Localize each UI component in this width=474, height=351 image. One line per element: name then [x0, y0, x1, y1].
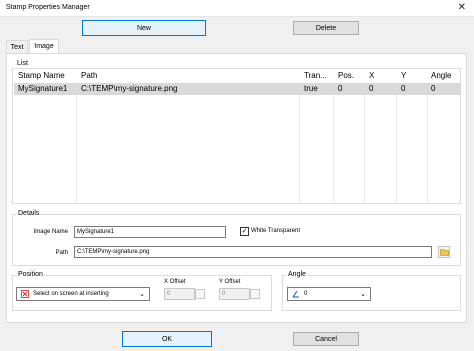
- image-name-label: Image Name: [33, 229, 68, 235]
- angle-value: 0: [304, 291, 308, 297]
- row-stamp-name: MySignature1: [18, 84, 68, 93]
- x-offset-input[interactable]: 0: [164, 288, 195, 300]
- folder-icon: [439, 249, 449, 256]
- column-divider: [299, 95, 300, 203]
- window-title: Stamp Properties Manager: [6, 4, 90, 11]
- column-divider: [76, 95, 77, 203]
- image-name-input[interactable]: MySignature1: [74, 226, 226, 238]
- column-header-pos[interactable]: Pos.: [338, 71, 354, 80]
- cancel-button-label: Cancel: [315, 335, 337, 343]
- stamp-list[interactable]: Stamp Name Path Tran... Pos. X Y Angle M…: [12, 68, 461, 204]
- delete-button[interactable]: Delete: [293, 21, 359, 35]
- row-x: 0: [369, 84, 374, 93]
- column-divider: [364, 95, 365, 203]
- column-divider: [396, 95, 397, 203]
- column-divider: [333, 95, 334, 203]
- angle-group-label: Angle: [287, 271, 307, 278]
- position-mode-value: Select on screen at inserting: [33, 291, 109, 297]
- row-path: C:\TEMP\my-signature.png: [81, 84, 178, 93]
- tab-image-label: Image: [34, 43, 54, 50]
- row-transparent: true: [304, 84, 318, 93]
- path-input[interactable]: C:\TEMP\my-signature.png: [74, 246, 432, 258]
- details-group: [12, 214, 461, 266]
- row-angle: 0: [431, 84, 436, 93]
- y-offset-label: Y Offset: [219, 279, 241, 285]
- title-bar: Stamp Properties Manager ✕: [0, 0, 474, 17]
- row-pos: 0: [338, 84, 343, 93]
- target-icon: [21, 290, 29, 298]
- list-header: Stamp Name Path Tran... Pos. X Y Angle: [13, 69, 460, 83]
- tab-text[interactable]: Text: [6, 40, 28, 53]
- column-header-x[interactable]: X: [369, 71, 374, 80]
- column-header-stamp-name[interactable]: Stamp Name: [18, 71, 65, 80]
- chevron-down-icon: ⌄: [360, 291, 366, 298]
- new-button-label: New: [136, 24, 151, 32]
- column-header-angle[interactable]: Angle: [431, 71, 451, 80]
- browse-button[interactable]: [438, 246, 450, 258]
- list-group-label: List: [17, 60, 28, 67]
- path-label: Path: [55, 250, 68, 256]
- close-icon[interactable]: ✕: [458, 2, 466, 13]
- tab-text-label: Text: [10, 43, 24, 51]
- cancel-button[interactable]: Cancel: [293, 332, 359, 346]
- ok-button[interactable]: OK: [122, 331, 212, 347]
- ok-button-label: OK: [161, 335, 173, 343]
- column-header-y[interactable]: Y: [401, 71, 406, 80]
- y-offset-picker-icon[interactable]: [250, 289, 260, 299]
- position-group-label: Position: [17, 271, 44, 278]
- column-divider: [427, 95, 428, 203]
- column-header-path[interactable]: Path: [81, 71, 97, 80]
- angle-select[interactable]: 0 ⌄: [287, 287, 371, 301]
- angle-icon: [292, 290, 299, 298]
- y-offset-input[interactable]: 0: [219, 288, 250, 300]
- x-offset-label: X Offset: [164, 279, 186, 285]
- white-transparent-label: White Transparent: [251, 228, 301, 234]
- row-y: 0: [401, 84, 406, 93]
- chevron-down-icon: ⌄: [139, 291, 145, 298]
- position-mode-select[interactable]: Select on screen at inserting ⌄: [16, 287, 150, 301]
- delete-button-label: Delete: [315, 24, 337, 32]
- new-button[interactable]: New: [82, 20, 206, 36]
- table-row[interactable]: MySignature1 C:\TEMP\my-signature.png tr…: [14, 83, 460, 95]
- tab-image[interactable]: Image: [29, 39, 59, 53]
- white-transparent-checkbox[interactable]: ✓: [240, 227, 249, 236]
- details-group-label: Details: [17, 210, 41, 217]
- column-header-transparent[interactable]: Tran...: [304, 71, 327, 80]
- x-offset-picker-icon[interactable]: [195, 289, 205, 299]
